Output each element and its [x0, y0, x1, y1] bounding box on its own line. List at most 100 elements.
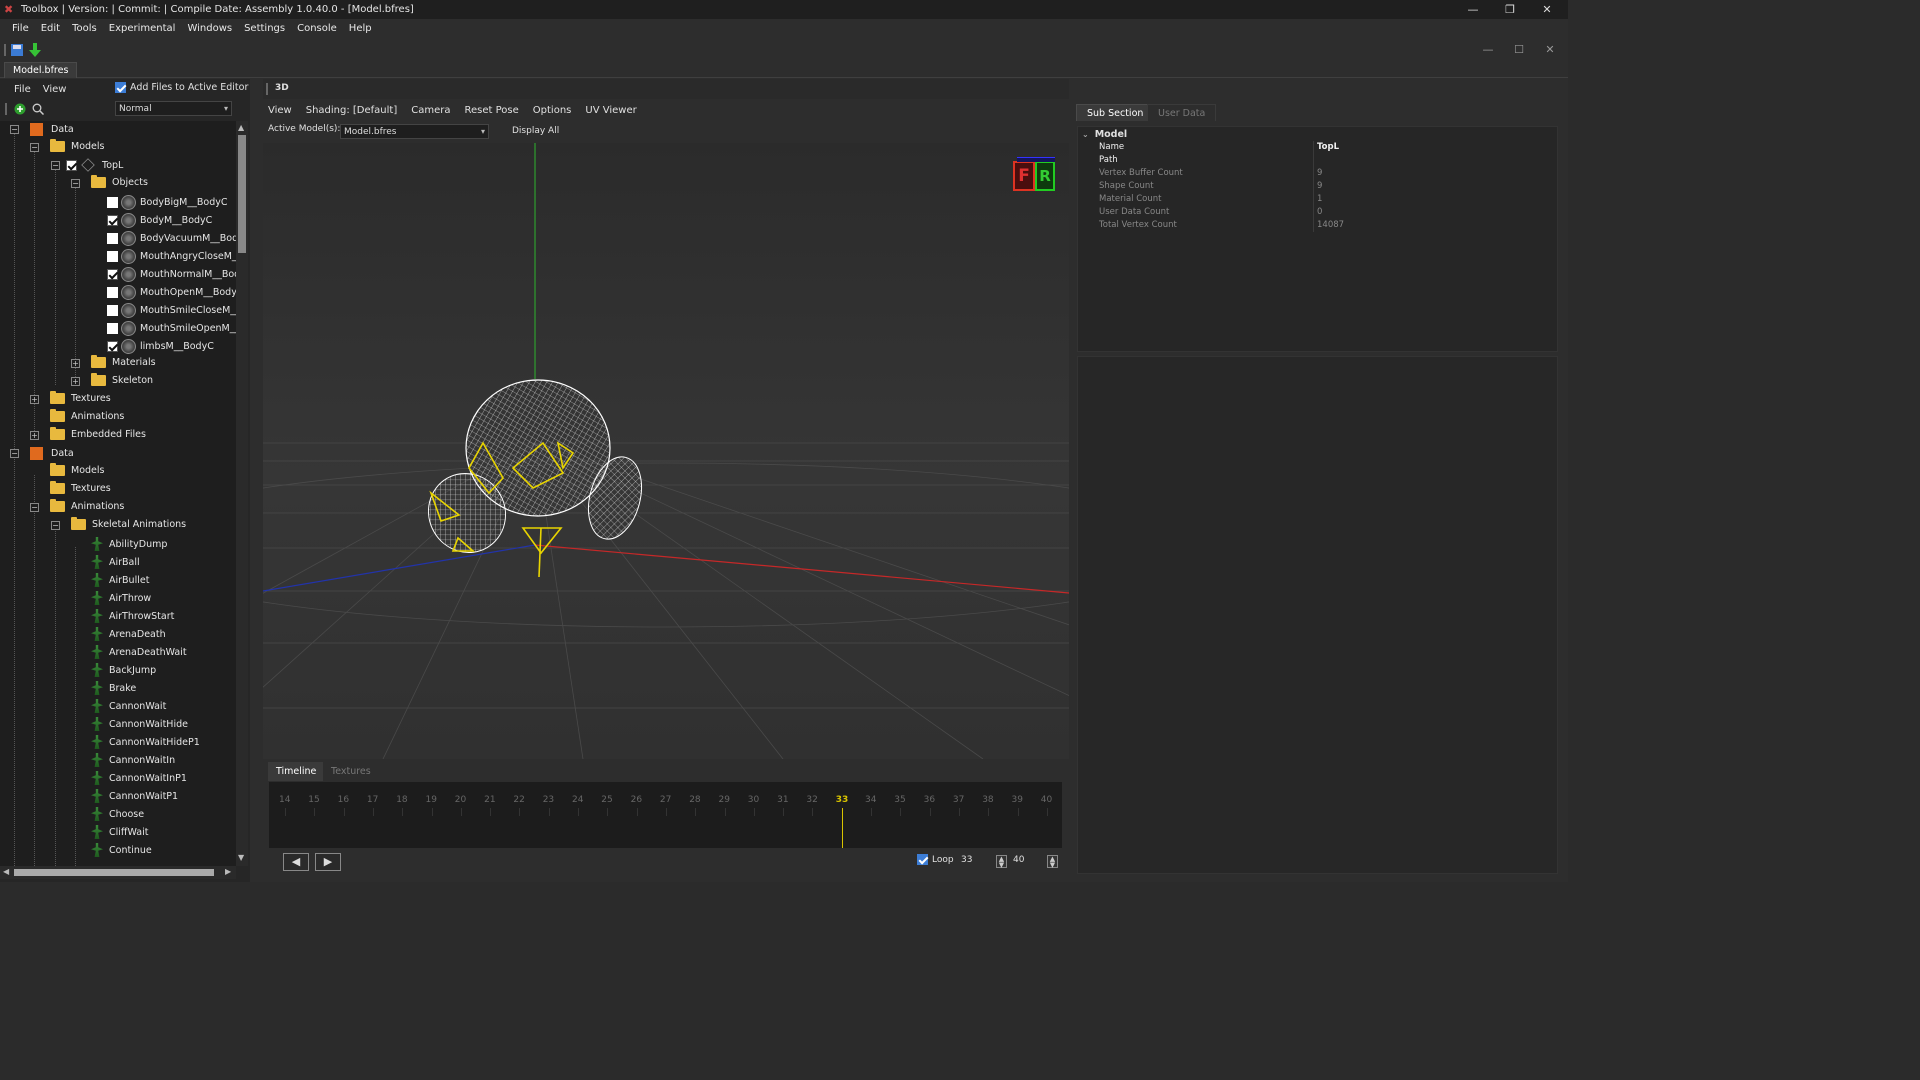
scrollbar-thumb[interactable]: [238, 135, 246, 253]
expand-icon[interactable]: +: [71, 359, 80, 368]
tree-horizontal-scrollbar[interactable]: ◀ ▶: [0, 866, 236, 879]
property-value[interactable]: TopL: [1317, 141, 1339, 154]
viewport-menu-shading[interactable]: Shading: [Default]: [306, 103, 398, 119]
chevron-down-icon[interactable]: ⌄: [1082, 130, 1089, 139]
explorer-menu-view[interactable]: View: [37, 82, 73, 98]
property-row[interactable]: Material Count 1: [1078, 193, 1559, 206]
close-button[interactable]: ✕: [1529, 0, 1565, 19]
mdi-maximize-button[interactable]: ☐: [1511, 42, 1527, 58]
3d-viewport[interactable]: F R: [0, 143, 1464, 760]
tab-textures[interactable]: Textures: [323, 762, 379, 781]
property-description-area: [1077, 356, 1558, 874]
mesh-visibility-checkbox[interactable]: [107, 341, 118, 352]
active-models-select[interactable]: Model.bfres: [340, 124, 489, 139]
mesh-visibility-checkbox[interactable]: [107, 215, 118, 226]
property-row[interactable]: Name TopL: [1078, 141, 1559, 154]
next-frame-button[interactable]: ▶: [315, 853, 341, 871]
mesh-visibility-checkbox[interactable]: [107, 323, 118, 334]
ruler-tick-label: 32: [806, 795, 818, 805]
timeline-track[interactable]: [269, 808, 1062, 848]
loop-checkbox[interactable]: [917, 854, 928, 865]
model-visibility-checkbox[interactable]: [66, 159, 77, 171]
tab-user-data[interactable]: User Data: [1147, 104, 1217, 121]
add-files-checkbox[interactable]: [115, 82, 126, 93]
menu-console[interactable]: Console: [291, 19, 343, 39]
tab-sub-section[interactable]: Sub Section: [1076, 104, 1155, 121]
collapse-icon[interactable]: −: [10, 125, 19, 134]
document-tab[interactable]: Model.bfres: [4, 62, 78, 78]
collapse-icon[interactable]: −: [30, 143, 39, 152]
skeleton-animation-icon: [91, 555, 103, 569]
mode-select[interactable]: Normal: [115, 101, 232, 116]
collapse-icon[interactable]: −: [30, 503, 39, 512]
end-frame-value[interactable]: 40: [1013, 855, 1024, 865]
gizmo-right-face[interactable]: R: [1035, 161, 1055, 191]
property-row[interactable]: Path: [1078, 154, 1559, 167]
loop-option[interactable]: Loop: [917, 854, 954, 865]
property-row[interactable]: Total Vertex Count 14087: [1078, 219, 1559, 232]
active-models-label: Active Model(s):: [268, 124, 341, 134]
viewport-menu-camera[interactable]: Camera: [411, 103, 450, 119]
end-frame-spinner[interactable]: ▲ ▼: [1047, 855, 1058, 869]
mesh-visibility-checkbox[interactable]: [107, 233, 118, 244]
menu-edit[interactable]: Edit: [35, 19, 66, 39]
ruler-tick-label: 18: [396, 795, 408, 805]
display-all-checkbox[interactable]: [497, 125, 508, 136]
timeline-ruler[interactable]: 14 15 16 17 18 19 20 21 22 23 24 25 26 27 28 29 30 31 32 33…: [269, 795, 1062, 809]
menu-experimental[interactable]: Experimental: [103, 19, 182, 39]
explorer-menu-file[interactable]: File: [8, 82, 37, 98]
property-row[interactable]: Shape Count 9: [1078, 180, 1559, 193]
gizmo-top-face[interactable]: [1017, 157, 1055, 162]
orientation-gizmo[interactable]: F R: [1013, 157, 1057, 191]
playhead-cursor[interactable]: [841, 808, 843, 848]
current-frame-value[interactable]: 33: [961, 855, 972, 865]
ruler-tick: [578, 808, 579, 816]
mdi-close-button[interactable]: ✕: [1542, 42, 1558, 58]
mesh-visibility-checkbox[interactable]: [107, 251, 118, 262]
viewport-menu-reset-pose[interactable]: Reset Pose: [465, 103, 519, 119]
expand-icon[interactable]: +: [30, 431, 39, 440]
search-icon[interactable]: [32, 103, 44, 115]
viewport-header: 3D: [263, 79, 1069, 99]
ruler-tick: [724, 808, 726, 816]
mesh-visibility-checkbox[interactable]: [107, 305, 118, 316]
mesh-visibility-checkbox[interactable]: [107, 287, 118, 298]
menu-windows[interactable]: Windows: [181, 19, 238, 39]
tree-vertical-scrollbar[interactable]: ▲ ▼: [236, 121, 248, 866]
property-row[interactable]: Vertex Buffer Count 9: [1078, 167, 1559, 180]
expand-icon[interactable]: +: [71, 377, 80, 386]
menu-settings[interactable]: Settings: [238, 19, 291, 39]
collapse-icon[interactable]: −: [71, 179, 80, 188]
frame-spinner[interactable]: ▲ ▼: [996, 855, 1007, 869]
folder-icon: [50, 499, 65, 512]
collapse-icon[interactable]: −: [51, 521, 60, 530]
prev-frame-button[interactable]: ◀: [283, 853, 309, 871]
ruler-tick-label: 37: [952, 795, 965, 805]
add-icon[interactable]: [14, 103, 26, 115]
viewport-menu-uv-viewer[interactable]: UV Viewer: [585, 103, 636, 119]
collapse-icon[interactable]: −: [51, 161, 60, 170]
hscrollbar-thumb[interactable]: [14, 869, 214, 876]
ruler-tick-label: 26: [630, 795, 643, 805]
expand-icon[interactable]: +: [30, 395, 39, 404]
restore-button[interactable]: ❐: [1492, 0, 1528, 19]
tab-timeline[interactable]: Timeline: [268, 762, 325, 781]
property-section-header[interactable]: ⌄ Model: [1082, 128, 1127, 141]
add-files-option[interactable]: Add Files to Active Editor: [115, 82, 248, 93]
minimize-button[interactable]: —: [1455, 0, 1491, 19]
tree-node-label: MouthOpenM__BodyC: [140, 287, 236, 298]
viewport-menu-view[interactable]: View: [268, 103, 292, 119]
display-all-option[interactable]: Display All: [497, 125, 559, 136]
properties-panel: Sub Section User Data ⌄ Model Name TopL Pat…: [1074, 100, 1560, 876]
menu-file[interactable]: File: [6, 19, 35, 39]
viewport-menu-options[interactable]: Options: [533, 103, 572, 119]
mesh-visibility-checkbox[interactable]: [107, 269, 118, 280]
mesh-visibility-checkbox[interactable]: [107, 197, 118, 208]
ruler-tick: [958, 808, 960, 816]
menu-help[interactable]: Help: [343, 19, 378, 39]
property-row[interactable]: User Data Count 0: [1078, 206, 1559, 219]
mdi-minimize-button[interactable]: —: [1480, 42, 1496, 58]
menu-tools[interactable]: Tools: [66, 19, 103, 39]
gizmo-front-face[interactable]: F: [1013, 161, 1035, 191]
collapse-icon[interactable]: −: [10, 449, 19, 458]
